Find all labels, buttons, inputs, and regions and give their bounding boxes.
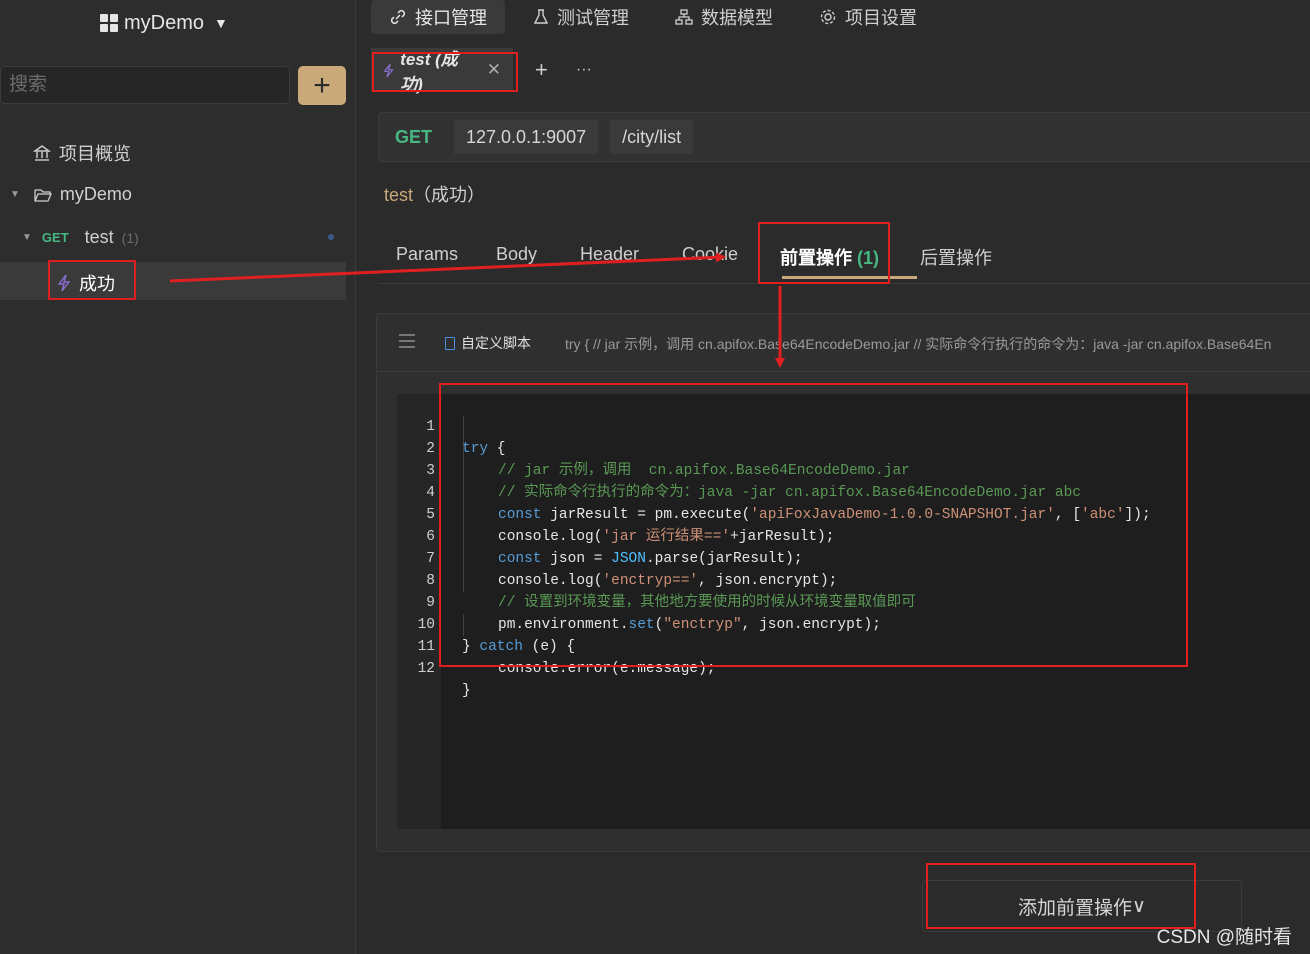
search-input[interactable] bbox=[0, 66, 290, 104]
main-area: 接口管理 测试管理 数据模型 项目设置 test (成功) ✕ + ··· GE… bbox=[356, 0, 1310, 954]
script-type: 自定义脚本 bbox=[445, 333, 531, 353]
schema-icon bbox=[675, 9, 693, 25]
document-icon bbox=[445, 336, 455, 350]
sidebar-item-folder[interactable]: ▼ myDemo bbox=[10, 184, 132, 205]
annotation-box bbox=[372, 52, 518, 92]
host-field[interactable]: 127.0.0.1:9007 bbox=[454, 120, 599, 154]
nav-label: 接口管理 bbox=[415, 8, 487, 28]
tab-header[interactable]: Header bbox=[580, 244, 639, 265]
nav-label: 数据模型 bbox=[701, 8, 773, 28]
sidebar-item-overview[interactable]: 项目概览 bbox=[33, 140, 131, 166]
request-name-suffix: （成功） bbox=[413, 185, 486, 205]
request-name: test（成功） bbox=[384, 181, 485, 207]
link-icon bbox=[390, 9, 406, 25]
tab-api-management[interactable]: 接口管理 bbox=[371, 0, 505, 34]
url-bar: GET 127.0.0.1:9007 /city/list bbox=[378, 112, 1310, 162]
plus-icon: + bbox=[313, 68, 331, 102]
method-badge: GET bbox=[41, 230, 69, 245]
case-count: (1) bbox=[121, 229, 139, 246]
tab-post-request[interactable]: 后置操作 bbox=[920, 244, 992, 270]
tab-test-management[interactable]: 测试管理 bbox=[515, 0, 647, 34]
sidebar-item-label: 项目概览 bbox=[59, 144, 131, 164]
tab-params[interactable]: Params bbox=[396, 244, 458, 265]
project-title: myDemo bbox=[124, 11, 205, 34]
script-preview: try { // jar 示例，调用 cn.apifox.Base64Encod… bbox=[565, 336, 1272, 352]
script-label: 自定义脚本 bbox=[461, 335, 531, 351]
nav-label: 测试管理 bbox=[557, 8, 629, 28]
folder-open-icon bbox=[34, 188, 52, 202]
line-number: 12 bbox=[417, 661, 435, 677]
caret-down-icon: ▼ bbox=[22, 232, 32, 243]
tab-data-model[interactable]: 数据模型 bbox=[657, 0, 791, 34]
more-icon[interactable]: ··· bbox=[576, 61, 592, 79]
annotation-box bbox=[439, 383, 1188, 667]
sidebar-item-request[interactable]: ▼ GET test (1) bbox=[22, 227, 139, 248]
sidebar-item-label: test bbox=[84, 227, 114, 247]
caret-down-icon: ▼ bbox=[10, 189, 20, 200]
status-dot bbox=[328, 234, 334, 240]
top-nav: 接口管理 测试管理 数据模型 项目设置 bbox=[371, 0, 935, 34]
grid-icon bbox=[100, 14, 118, 32]
add-button[interactable]: + bbox=[298, 66, 346, 105]
sidebar: myDemo ▼ + 项目概览 ▼ myDemo ▼ GET test (1) … bbox=[0, 0, 356, 954]
project-switcher[interactable]: myDemo ▼ bbox=[100, 10, 228, 36]
annotation-box bbox=[758, 222, 890, 284]
caret-down-icon: ▼ bbox=[214, 15, 228, 31]
new-tab-button[interactable]: + bbox=[535, 57, 548, 83]
drag-handle-icon[interactable] bbox=[399, 334, 415, 352]
nav-label: 项目设置 bbox=[845, 8, 917, 28]
method-select[interactable]: GET bbox=[395, 127, 432, 148]
script-header[interactable]: 自定义脚本 try { // jar 示例，调用 cn.apifox.Base6… bbox=[377, 314, 1310, 372]
sidebar-item-label: myDemo bbox=[59, 184, 132, 204]
bank-icon bbox=[33, 145, 51, 161]
tab-cookie[interactable]: Cookie bbox=[682, 244, 738, 265]
request-name-text: test bbox=[384, 185, 414, 205]
annotation-box bbox=[926, 863, 1196, 929]
watermark: CSDN @随时看 bbox=[1156, 927, 1292, 948]
code-token: } bbox=[462, 683, 471, 699]
tab-project-settings[interactable]: 项目设置 bbox=[801, 0, 935, 34]
flask-icon bbox=[533, 9, 549, 24]
annotation-box bbox=[48, 260, 136, 300]
path-field[interactable]: /city/list bbox=[610, 120, 694, 154]
gear-icon bbox=[820, 9, 836, 25]
tab-body[interactable]: Body bbox=[496, 244, 537, 265]
